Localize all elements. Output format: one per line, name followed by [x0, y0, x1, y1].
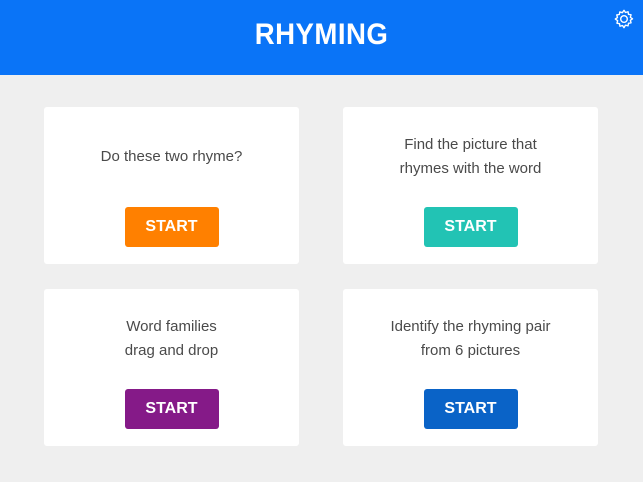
activity-card-rhyming-pair: Identify the rhyming pair from 6 picture…: [343, 289, 598, 446]
activity-card-word-families: Word families drag and drop START: [44, 289, 299, 446]
activity-card-rhyme-check: Do these two rhyme? START: [44, 107, 299, 264]
gear-icon[interactable]: [613, 8, 635, 30]
activity-description: Identify the rhyming pair from 6 picture…: [390, 318, 551, 359]
app-header: RHYMING: [0, 0, 643, 75]
page-title: RHYMING: [254, 18, 389, 51]
activity-description: Word families drag and drop: [124, 318, 219, 359]
activity-description: Do these two rhyme?: [100, 148, 243, 165]
start-button-rhyme-check[interactable]: START: [124, 207, 219, 247]
activity-description: Find the picture that rhymes with the wo…: [399, 136, 542, 177]
start-button-word-families[interactable]: START: [124, 389, 219, 429]
start-button-find-picture[interactable]: START: [423, 207, 518, 247]
start-button-rhyming-pair[interactable]: START: [423, 389, 518, 429]
activity-card-find-picture: Find the picture that rhymes with the wo…: [343, 107, 598, 264]
